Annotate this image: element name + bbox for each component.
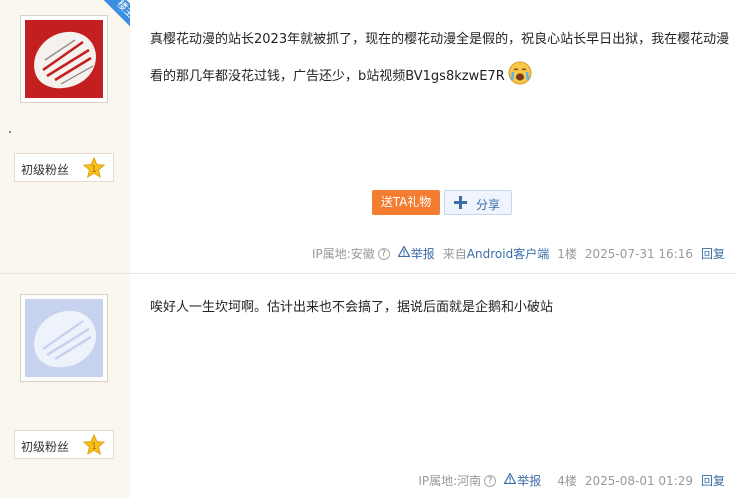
post-meta: IP属地:河南? 举报 4楼 2025-08-01 01:29 回复: [418, 472, 725, 489]
client-link[interactable]: Android客户端: [467, 245, 549, 262]
floor-number: 4楼: [557, 474, 577, 488]
reply-link[interactable]: 回复: [701, 472, 725, 489]
post-meta: IP属地:安徽? 举报 来自Android客户端 1楼 2025-07-31 16:16…: [312, 245, 725, 262]
share-label: 分享: [476, 198, 501, 212]
post-time: 2025-08-01 01:29: [584, 473, 693, 488]
share-button[interactable]: 分享: [444, 190, 512, 215]
ip-location: IP属地:安徽: [311, 247, 375, 261]
reply-link[interactable]: 回复: [701, 245, 725, 262]
author-sidebar: 初级粉丝 1: [0, 0, 130, 273]
fan-level-badge[interactable]: 初级粉丝 1: [14, 430, 114, 459]
star-level-icon: 1: [83, 157, 105, 179]
plus-icon: [454, 196, 467, 209]
crying-face-icon: [508, 61, 532, 85]
post-floor-1: 初级粉丝 1 楼主 真樱花动漫的站长2023年就被抓了，现在的樱花动漫全是假的，…: [0, 0, 735, 273]
fan-level-badge[interactable]: 初级粉丝 1: [14, 153, 114, 182]
post-content: 唉好人一生坎坷啊。估计出来也不会搞了，据说后面就是企鹅和小破站 IP属地:河南?…: [130, 274, 735, 498]
floor-number: 1楼: [557, 247, 577, 261]
svg-text:1: 1: [91, 442, 97, 452]
author-sidebar: 初级粉丝 1: [0, 274, 130, 498]
client-prefix: 来自: [442, 247, 467, 261]
warning-icon: [503, 472, 517, 485]
svg-text:1: 1: [91, 165, 97, 175]
post-content: 真樱花动漫的站长2023年就被抓了，现在的樱花动漫全是假的，祝良心站长早日出狱，…: [130, 0, 735, 273]
fan-level-label: 初级粉丝: [21, 163, 70, 177]
post-text: 唉好人一生坎坷啊。估计出来也不会搞了，据说后面就是企鹅和小破站: [150, 300, 554, 315]
post-time: 2025-07-31 16:16: [584, 246, 693, 261]
send-gift-button[interactable]: 送TA礼物: [372, 190, 440, 215]
ip-location: IP属地:河南: [418, 474, 482, 488]
post-floor-4: 初级粉丝 1 唉好人一生坎坷啊。估计出来也不会搞了，据说后面就是企鹅和小破站 I…: [0, 274, 735, 498]
avatar[interactable]: [20, 294, 108, 382]
report-link[interactable]: 举报: [397, 245, 435, 262]
post-text: 真樱花动漫的站长2023年就被抓了，现在的樱花动漫全是假的，祝良心站长早日出狱，…: [150, 32, 730, 85]
help-icon[interactable]: ?: [484, 474, 497, 487]
thread-starter-tag: 楼主: [95, 0, 135, 40]
report-link[interactable]: 举报: [503, 472, 541, 489]
help-icon[interactable]: ?: [377, 247, 390, 260]
fan-level-label: 初级粉丝: [21, 440, 70, 454]
warning-icon: [397, 245, 411, 258]
star-level-icon: 1: [83, 434, 105, 456]
